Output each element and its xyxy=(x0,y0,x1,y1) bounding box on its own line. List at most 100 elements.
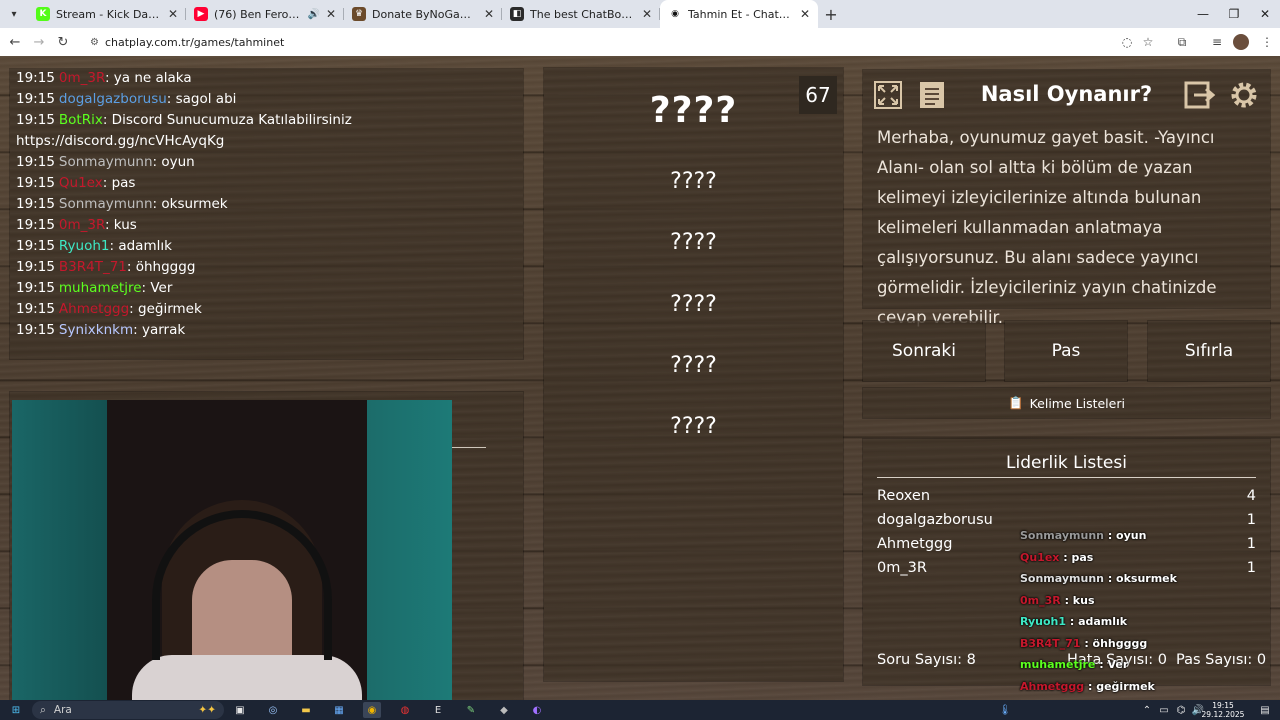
tab-search-icon[interactable]: ▾ xyxy=(0,0,28,28)
profile-avatar[interactable] xyxy=(1233,34,1249,50)
thermometer-icon[interactable]: 🌡 xyxy=(996,702,1014,718)
message-text: https://discord.gg/ncVHcAyqKg xyxy=(16,133,225,149)
message-username[interactable]: B3R4T_71 xyxy=(59,259,127,275)
network-icon[interactable]: ⌬ xyxy=(1172,702,1190,718)
menu-icon[interactable]: ⋮ xyxy=(1256,30,1278,54)
exit-icon[interactable] xyxy=(1181,77,1219,113)
message-username[interactable]: 0m_3R xyxy=(59,217,105,233)
chat-message: 19:15 Sonmaymunn: oksurmek xyxy=(16,195,228,213)
browser-tab[interactable]: ▶ (76) Ben Fero - Biladerim İçin 🔊 ✕ xyxy=(186,0,344,28)
close-window-icon[interactable]: ✕ xyxy=(1248,0,1280,28)
overlay-text: : geğirmek xyxy=(1084,679,1155,693)
message-text: : sagol abi xyxy=(166,91,237,107)
player-name: dogalgazborusu xyxy=(877,512,993,528)
chat-message: 19:15 Qu1ex: pas xyxy=(16,174,135,192)
bookmark-star-icon[interactable]: ☆ xyxy=(1137,30,1159,54)
leaderboard-row: Reoxen 4 xyxy=(877,488,1256,504)
battery-icon[interactable]: ▭ xyxy=(1155,702,1173,718)
chat-message: 19:15 Sonmaymunn: oyun xyxy=(16,153,195,171)
browser-tab[interactable]: ♛ Donate ByNoGame - Gelen/Giden ✕ xyxy=(344,0,502,28)
windows-start-icon[interactable]: ⊞ xyxy=(7,702,25,718)
chat-message: 19:15 Synixknkm: yarrak xyxy=(16,321,185,339)
message-text: : Discord Sunucumuza Katılabilirsiniz xyxy=(102,112,352,128)
close-tab-icon[interactable]: ✕ xyxy=(642,7,652,21)
tab-title: Stream - Kick Dashboard xyxy=(56,7,162,21)
back-icon[interactable]: ← xyxy=(3,30,27,54)
overlay-username: Sonmaymunn xyxy=(1020,572,1104,585)
app-icon[interactable]: ◍ xyxy=(396,702,414,718)
system-tray-icon[interactable]: ⌃ xyxy=(1138,702,1156,718)
tab-title: Tahmin Et - ChatPlay xyxy=(688,7,794,21)
browser-tab[interactable]: ◧ The best ChatBot and Widgets ✕ xyxy=(502,0,660,28)
omnibox[interactable]: ⚙ chatplay.com.tr/games/tahminet xyxy=(82,31,1120,53)
message-username[interactable]: Sonmaymunn xyxy=(59,154,153,170)
message-time: 19:15 xyxy=(16,91,55,107)
chat-message: 19:15 Ryuoh1: adamlık xyxy=(16,237,172,255)
word-lists-label: Kelime Listeleri xyxy=(1029,395,1125,411)
reload-icon[interactable]: ↻ xyxy=(51,30,75,54)
eye-off-icon[interactable]: ◌ xyxy=(1116,30,1138,54)
url-text[interactable]: chatplay.com.tr/games/tahminet xyxy=(105,36,284,49)
message-username[interactable]: Synixknkm xyxy=(59,322,133,338)
message-time: 19:15 xyxy=(16,196,55,212)
notification-icon[interactable]: ▤ xyxy=(1256,702,1274,718)
overlay-text: : kus xyxy=(1060,593,1095,607)
task-view-icon[interactable]: ▣ xyxy=(231,702,249,718)
message-username[interactable]: Qu1ex xyxy=(59,175,103,191)
message-username[interactable]: dogalgazborusu xyxy=(59,91,167,107)
chat-message: 19:15 B3R4T_71: öhhgggg xyxy=(16,258,195,276)
overlay-chat-message: Sonmaymunn : oksurmek xyxy=(1020,572,1177,585)
gear-icon[interactable] xyxy=(1225,77,1263,113)
message-username[interactable]: Ahmetggg xyxy=(59,301,129,317)
restore-icon[interactable]: ❐ xyxy=(1217,0,1251,28)
obs-icon[interactable]: ◐ xyxy=(528,702,546,718)
message-username[interactable]: Sonmaymunn xyxy=(59,196,153,212)
message-text: : Ver xyxy=(141,280,173,296)
how-to-play-panel: Nasıl Oynanır? Merhaba, oyunumuz gayet b… xyxy=(863,70,1270,327)
close-tab-icon[interactable]: ✕ xyxy=(484,7,494,21)
tab-favicon-icon: ◧ xyxy=(510,7,524,21)
message-username[interactable]: muhametjre xyxy=(59,280,142,296)
forbidden-word: ???? xyxy=(670,353,717,378)
app-icon[interactable]: ✎ xyxy=(462,702,480,718)
chrome-icon[interactable]: ◉ xyxy=(363,702,381,718)
close-tab-icon[interactable]: ✕ xyxy=(800,7,810,21)
forbidden-word: ???? xyxy=(670,169,717,194)
message-username[interactable]: Ryuoh1 xyxy=(59,238,110,254)
store-icon[interactable]: ▦ xyxy=(330,702,348,718)
taskbar-clock[interactable]: 19:15 29.12.2025 xyxy=(1194,701,1252,719)
reset-button[interactable]: Sıfırla xyxy=(1148,321,1270,381)
taskbar-search[interactable]: ⌕ Ara ✦✦ xyxy=(32,701,224,719)
extensions-icon[interactable]: ⧉ xyxy=(1171,30,1193,54)
close-tab-icon[interactable]: ✕ xyxy=(326,7,336,21)
minimize-icon[interactable]: — xyxy=(1186,0,1220,28)
player-name: 0m_3R xyxy=(877,560,927,576)
tab-favicon-icon: ♛ xyxy=(352,7,366,21)
pass-button[interactable]: Pas xyxy=(1005,321,1127,381)
steam-icon[interactable]: ◎ xyxy=(264,702,282,718)
new-tab-button[interactable]: + xyxy=(818,0,844,28)
message-time: 19:15 xyxy=(16,280,55,296)
message-username[interactable]: 0m_3R xyxy=(59,70,105,86)
app-icon[interactable]: ◆ xyxy=(495,702,513,718)
browser-tab[interactable]: K Stream - Kick Dashboard ✕ xyxy=(28,0,186,28)
tab-favicon-icon: ◉ xyxy=(668,7,682,21)
next-button[interactable]: Sonraki xyxy=(863,321,985,381)
message-time: 19:15 xyxy=(16,175,55,191)
reading-list-icon[interactable]: ≡ xyxy=(1206,30,1228,54)
browser-tab[interactable]: ◉ Tahmin Et - ChatPlay ✕ xyxy=(660,0,818,28)
folder-icon[interactable]: ▬ xyxy=(297,702,315,718)
close-tab-icon[interactable]: ✕ xyxy=(168,7,178,21)
word-lists-button[interactable]: 📋 Kelime Listeleri xyxy=(863,388,1270,418)
audio-playing-icon[interactable]: 🔊 xyxy=(307,9,319,20)
forward-icon[interactable]: → xyxy=(27,30,51,54)
sparkle-icon: ✦✦ xyxy=(198,704,216,716)
epic-games-icon[interactable]: E xyxy=(429,702,447,718)
site-info-icon[interactable]: ⚙ xyxy=(90,37,99,48)
tab-favicon-icon: K xyxy=(36,7,50,21)
leaderboard-title: Liderlik Listesi xyxy=(1006,453,1127,473)
message-username[interactable]: BotRix xyxy=(59,112,103,128)
questions-count: Soru Sayısı: 8 xyxy=(877,652,976,668)
overlay-chat-message: Qu1ex : pas xyxy=(1020,551,1093,564)
search-placeholder: Ara xyxy=(53,704,72,716)
